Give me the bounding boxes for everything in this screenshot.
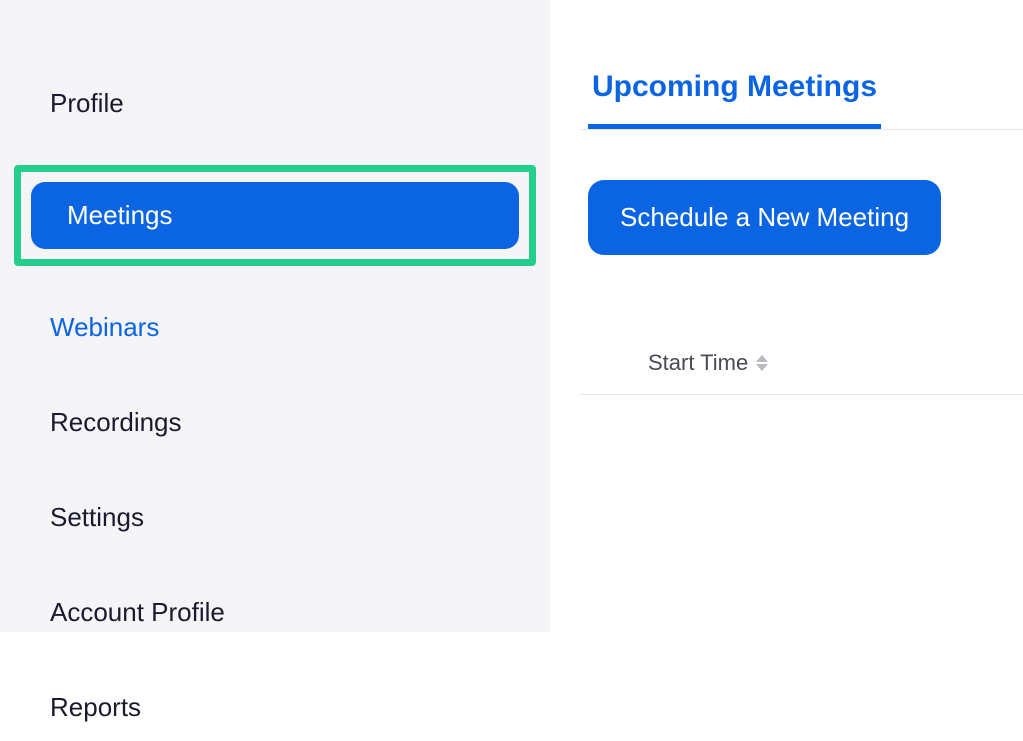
sidebar-item-meetings[interactable]: Meetings [31,182,519,249]
table-header-row: Start Time [580,350,1023,395]
sort-icon [756,355,768,371]
sidebar-item-recordings[interactable]: Recordings [14,389,536,456]
sidebar-item-reports[interactable]: Reports [14,674,536,741]
sidebar: Profile Meetings Webinars Recordings Set… [0,0,550,632]
tab-row: Upcoming Meetings [580,60,1023,130]
column-start-time-label: Start Time [648,350,748,376]
schedule-new-meeting-button[interactable]: Schedule a New Meeting [588,180,941,255]
main-content: Upcoming Meetings Schedule a New Meeting… [550,0,1023,632]
sidebar-highlight: Meetings [14,165,536,266]
sidebar-item-webinars[interactable]: Webinars [14,294,536,361]
sidebar-item-profile[interactable]: Profile [14,70,536,137]
sidebar-item-account-profile[interactable]: Account Profile [14,579,536,646]
tab-upcoming-meetings[interactable]: Upcoming Meetings [588,60,881,129]
sidebar-item-settings[interactable]: Settings [14,484,536,551]
column-start-time[interactable]: Start Time [648,350,768,376]
